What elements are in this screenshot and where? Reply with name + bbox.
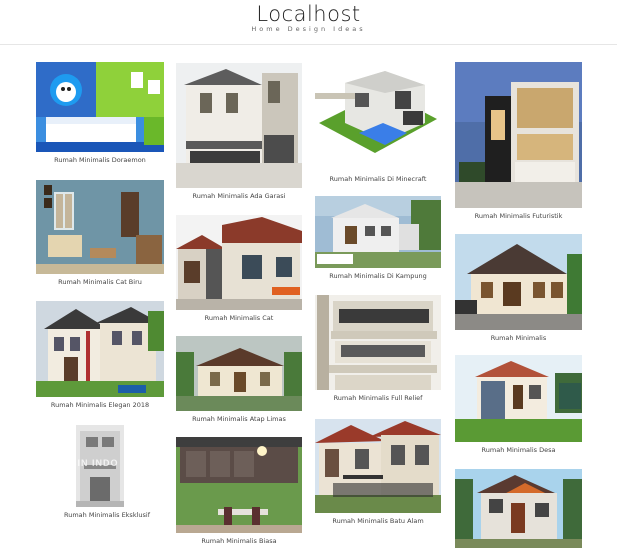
post-card[interactable]: Rumah Minimalis Full Relief <box>315 295 441 402</box>
post-card[interactable]: BIN INDO Rumah Minimalis Eksklusif <box>64 425 150 519</box>
watermark-logo: BIN INDO <box>70 458 119 468</box>
site-tagline: Home Design Ideas <box>251 25 366 33</box>
post-thumbnail[interactable] <box>315 63 441 171</box>
post-title[interactable]: Rumah Minimalis Futuristik <box>455 212 582 220</box>
post-card[interactable]: Rumah Minimalis Di Kampung <box>315 196 441 280</box>
post-card[interactable]: Rumah Minimalis Cat <box>176 215 302 322</box>
post-title[interactable]: Rumah Minimalis Eksklusif <box>64 511 150 519</box>
post-thumbnail[interactable] <box>36 62 164 152</box>
post-title[interactable]: Rumah Minimalis Ada Garasi <box>176 192 302 200</box>
post-title[interactable]: Rumah Minimalis Desa <box>455 446 582 454</box>
post-thumbnail[interactable] <box>176 437 302 533</box>
post-thumbnail[interactable] <box>315 295 441 390</box>
post-title[interactable]: Rumah Minimalis Cat Biru <box>36 278 164 286</box>
post-thumbnail[interactable] <box>176 215 302 310</box>
post-title[interactable]: Rumah Minimalis Full Relief <box>315 394 441 402</box>
post-card[interactable]: Rumah Minimalis Biasa <box>176 437 302 545</box>
post-title[interactable]: Rumah Minimalis Atap Limas <box>176 415 302 423</box>
post-card[interactable]: Rumah Minimalis Cat Biru <box>36 180 164 286</box>
post-title[interactable]: Rumah Minimalis Di Minecraft <box>315 175 441 183</box>
post-thumbnail[interactable] <box>455 62 582 208</box>
post-card[interactable]: Rumah Minimalis Elegan 2018 <box>36 301 164 409</box>
post-title[interactable]: Rumah Minimalis Cat <box>176 314 302 322</box>
post-thumbnail[interactable] <box>455 469 582 548</box>
post-card[interactable] <box>455 469 582 548</box>
post-thumbnail[interactable] <box>36 180 164 274</box>
post-card[interactable]: Rumah Minimalis Batu Alam <box>315 419 441 525</box>
post-card[interactable]: Rumah Minimalis <box>455 234 582 342</box>
post-card[interactable]: Rumah Minimalis Di Minecraft <box>315 63 441 183</box>
post-thumbnail[interactable] <box>315 196 441 268</box>
post-title[interactable]: Rumah Minimalis Biasa <box>176 537 302 545</box>
post-card[interactable]: Rumah Minimalis Futuristik <box>455 62 582 220</box>
post-card[interactable]: Rumah Minimalis Doraemon <box>36 62 164 164</box>
site-title[interactable]: Localhost <box>0 2 617 26</box>
post-thumbnail[interactable] <box>176 336 302 411</box>
post-card[interactable]: Rumah Minimalis Atap Limas <box>176 336 302 423</box>
post-thumbnail[interactable] <box>455 355 582 442</box>
post-thumbnail[interactable] <box>176 63 302 188</box>
post-thumbnail[interactable] <box>36 301 164 397</box>
post-title[interactable]: Rumah Minimalis Elegan 2018 <box>36 401 164 409</box>
post-title[interactable]: Rumah Minimalis <box>455 334 582 342</box>
post-card[interactable]: Rumah Minimalis Desa <box>455 355 582 454</box>
post-card[interactable]: Rumah Minimalis Ada Garasi <box>176 63 302 200</box>
post-thumbnail[interactable] <box>455 234 582 330</box>
site-header: Localhost Home Design Ideas <box>0 0 617 45</box>
post-thumbnail[interactable] <box>315 419 441 513</box>
post-title[interactable]: Rumah Minimalis Di Kampung <box>315 272 441 280</box>
post-title[interactable]: Rumah Minimalis Doraemon <box>36 156 164 164</box>
post-title[interactable]: Rumah Minimalis Batu Alam <box>315 517 441 525</box>
